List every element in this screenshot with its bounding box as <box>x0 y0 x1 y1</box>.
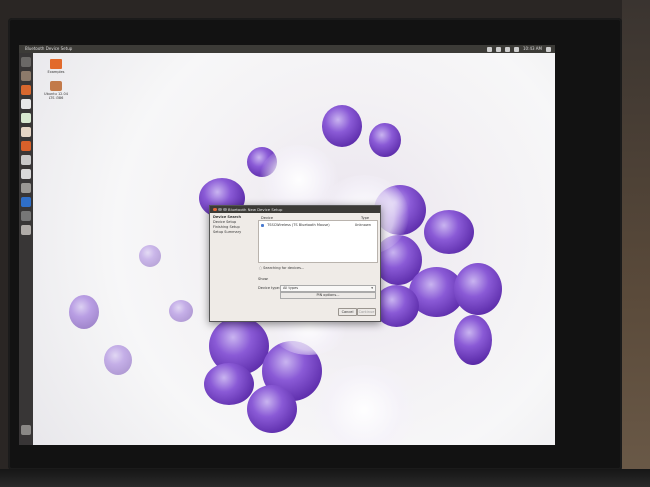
cancel-button[interactable]: Cancel <box>338 308 357 316</box>
device-type: Unknown <box>354 223 371 227</box>
pin-options-button[interactable]: PIN options... <box>280 292 376 299</box>
desktop-icon-drive[interactable]: Ubuntu 12.04 LTS i386 <box>41 81 71 100</box>
chevron-down-icon: ▾ <box>371 286 373 290</box>
keyboard-icon[interactable] <box>487 46 492 52</box>
continue-button[interactable]: Continue <box>357 308 376 316</box>
wallpaper-berry <box>104 345 132 375</box>
searching-status: ◌ Searching for devices... <box>259 266 304 270</box>
drive-icon[interactable] <box>21 225 31 235</box>
writer-icon[interactable] <box>21 99 31 109</box>
wallpaper-berry <box>139 245 161 267</box>
wallpaper-frost <box>309 365 419 445</box>
desktop-screen: Bluetooth Device Setup 10:43 AM Examples <box>19 45 555 445</box>
wallpaper-berry <box>247 385 297 433</box>
searching-label: Searching for devices... <box>263 266 305 270</box>
sound-icon[interactable] <box>514 46 519 52</box>
dialog-titlebar[interactable]: Bluetooth New Device Setup <box>210 206 380 213</box>
impress-icon[interactable] <box>21 127 31 137</box>
wizard-steps: Device Search Device Setup Finishing Set… <box>212 215 254 315</box>
drive-icon <box>50 81 62 91</box>
unity-launcher <box>19 53 33 445</box>
desktop-icon-label: Ubuntu 12.04 LTS i386 <box>44 92 68 100</box>
minimize-icon[interactable] <box>218 207 222 212</box>
system-settings-icon[interactable] <box>21 183 31 193</box>
trash-icon[interactable] <box>21 425 31 435</box>
wallpaper-berry <box>454 263 502 315</box>
folder-icon <box>50 59 62 69</box>
dialog-title: Bluetooth New Device Setup <box>228 207 283 212</box>
ubuntu-one-icon[interactable] <box>21 155 31 165</box>
network-icon[interactable] <box>505 46 510 52</box>
bluetooth-device-icon <box>261 223 264 227</box>
device-type-label: Device type: <box>258 286 281 290</box>
calc-icon[interactable] <box>21 113 31 123</box>
desk-edge <box>0 469 650 487</box>
column-header-device[interactable]: Device <box>261 216 273 220</box>
clock[interactable]: 10:43 AM <box>523 45 542 53</box>
desktop-icon-label: Examples <box>47 70 65 74</box>
wallpaper-berry <box>204 363 254 405</box>
step-setup-summary: Setup Summary <box>213 230 242 234</box>
device-row[interactable]: TSSCWireless (TS Bluetooth Mouse) Unknow… <box>261 223 375 228</box>
dialog-content: Device Type TSSCWireless (TS Bluetooth M… <box>258 215 378 316</box>
column-header-type[interactable]: Type <box>361 216 369 220</box>
background-wall <box>622 0 650 487</box>
wallpaper-berry <box>369 123 401 157</box>
device-type-value: All types <box>283 286 299 290</box>
maximize-icon[interactable] <box>223 207 227 212</box>
device-type-select[interactable]: All types ▾ <box>280 285 376 292</box>
top-panel: Bluetooth Device Setup 10:43 AM <box>19 45 555 53</box>
show-label: Show: <box>258 277 269 281</box>
wallpaper-berry <box>424 210 474 254</box>
power-gear-icon[interactable] <box>546 46 551 52</box>
wallpaper-berry <box>169 300 193 322</box>
dash-home-icon[interactable] <box>21 57 31 67</box>
files-icon[interactable] <box>21 71 31 81</box>
wallpaper-berry <box>322 105 362 147</box>
device-name: TSSCWireless (TS Bluetooth Mouse) <box>267 223 330 227</box>
device-list[interactable]: Device Type TSSCWireless (TS Bluetooth M… <box>258 216 378 263</box>
workspace-switcher-icon[interactable] <box>21 211 31 221</box>
desktop-icon-examples[interactable]: Examples <box>41 59 71 74</box>
wallpaper-berry <box>69 295 99 329</box>
bluetooth-setup-dialog: Bluetooth New Device Setup Device Search… <box>209 205 381 322</box>
close-icon[interactable] <box>213 207 217 212</box>
active-window-title: Bluetooth Device Setup <box>25 46 73 51</box>
indicator-area[interactable]: 10:43 AM <box>487 45 551 53</box>
software-center-icon[interactable] <box>21 141 31 151</box>
amazon-icon[interactable] <box>21 169 31 179</box>
firefox-icon[interactable] <box>21 85 31 95</box>
bluetooth-app-icon[interactable] <box>21 197 31 207</box>
wallpaper-berry <box>454 315 492 365</box>
bluetooth-icon[interactable] <box>496 46 501 52</box>
